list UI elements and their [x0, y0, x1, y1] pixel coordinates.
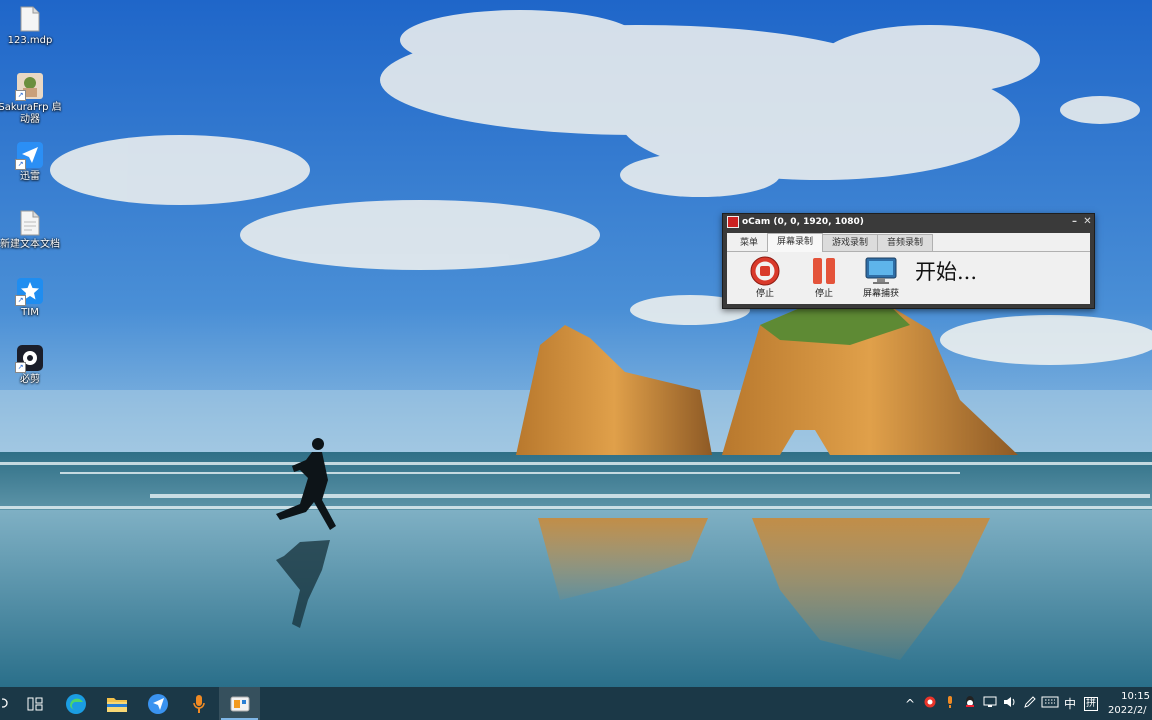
ocam-tabs: 菜单 屏幕录制 游戏录制 音频录制: [727, 233, 1090, 252]
search-icon: [2, 697, 8, 708]
ime-language-indicator[interactable]: 中: [1060, 695, 1080, 712]
monitor-icon: [865, 257, 897, 284]
search-button[interactable]: [0, 687, 14, 720]
pause-icon: [813, 258, 835, 284]
taskbar-file-explorer[interactable]: [96, 687, 137, 720]
ocam-icon: [727, 216, 739, 228]
taskbar-ocam[interactable]: [219, 687, 260, 720]
ocam-body: 菜单 屏幕录制 游戏录制 音频录制 停止 停止 屏幕捕获 开始...: [727, 233, 1090, 304]
microphone-tray-icon[interactable]: [940, 695, 960, 712]
pen-icon[interactable]: [1020, 695, 1040, 712]
desktop-wallpaper: [0, 0, 1152, 687]
tab-game-record[interactable]: 游戏录制: [822, 234, 879, 251]
network-icon[interactable]: [980, 696, 1000, 711]
taskbar: ^ 中 拼 10:15 2022/2/: [0, 687, 1152, 720]
system-tray: ^ 中 拼 10:15 2022/2/: [900, 687, 1152, 720]
xunlei-icon: [147, 693, 168, 714]
desktop-icon-label: TIM: [21, 307, 39, 318]
qq-tray-icon[interactable]: [960, 695, 980, 712]
document-icon: [17, 6, 43, 32]
volume-icon[interactable]: [1000, 696, 1020, 711]
desktop-icon-label: SakuraFrp 启动器: [0, 102, 62, 125]
desktop-icon-label: 必剪: [20, 374, 40, 385]
tab-audio-record[interactable]: 音频录制: [877, 234, 934, 251]
task-view-icon: [27, 697, 42, 710]
desktop-icon-new-text-doc[interactable]: 新建文本文档: [0, 210, 62, 251]
ocam-title: oCam (0, 0, 1920, 1080): [742, 217, 864, 227]
ocam-toolbar: 停止 停止 屏幕捕获 开始...: [727, 252, 1090, 304]
tab-menu[interactable]: 菜单: [730, 234, 769, 251]
bijian-icon: ↗: [15, 345, 43, 373]
xunlei-icon: ↗: [15, 142, 43, 170]
record-icon: [750, 256, 780, 286]
sakurafrp-icon: ↗: [15, 73, 43, 101]
clock-date: 2022/2/: [1108, 704, 1147, 716]
minimize-button[interactable]: –: [1068, 214, 1081, 230]
desktop-icon-label: 123.mdp: [7, 35, 53, 46]
clock-time: 10:15: [1121, 690, 1150, 702]
close-button[interactable]: ✕: [1081, 214, 1094, 230]
record-stop-label: 停止: [755, 289, 774, 299]
desktop-icon-tim[interactable]: ↗ TIM: [0, 278, 62, 319]
desktop-icon-label: 迅雷: [20, 171, 40, 182]
keyboard-icon[interactable]: [1040, 696, 1060, 711]
taskbar-edge[interactable]: [55, 687, 96, 720]
ocam-titlebar[interactable]: oCam (0, 0, 1920, 1080) – ✕: [723, 214, 1094, 230]
task-view-button[interactable]: [14, 687, 55, 720]
desktop-icon-bijian[interactable]: ↗ 必剪: [0, 345, 62, 386]
ocam-window: oCam (0, 0, 1920, 1080) – ✕ 菜单 屏幕录制 游戏录制…: [722, 213, 1095, 309]
taskbar-microphone[interactable]: [178, 687, 219, 720]
pause-label: 停止: [814, 289, 833, 299]
tab-screen-record[interactable]: 屏幕录制: [767, 233, 824, 252]
clock[interactable]: 10:15 2022/2/: [1102, 690, 1152, 718]
taskbar-xunlei[interactable]: [137, 687, 178, 720]
chevron-up-icon[interactable]: ^: [900, 697, 920, 711]
pause-button[interactable]: 停止: [797, 256, 851, 299]
desktop-icon-label: 新建文本文档: [0, 239, 60, 250]
edge-icon: [65, 693, 86, 714]
ocam-icon: [230, 696, 249, 711]
file-explorer-icon: [106, 697, 127, 712]
tim-icon: ↗: [15, 278, 43, 306]
screen-capture-button[interactable]: 屏幕捕获: [854, 256, 908, 299]
ocam-tray-icon[interactable]: [920, 696, 940, 711]
desktop-icon-123mdp[interactable]: 123.mdp: [0, 6, 62, 47]
desktop-icon-sakurafrp[interactable]: ↗ SakuraFrp 启动器: [0, 73, 62, 126]
text-document-icon: [17, 210, 43, 236]
microphone-icon: [192, 694, 205, 713]
desktop-icon-xunlei[interactable]: ↗ 迅雷: [0, 142, 62, 183]
ime-mode-indicator[interactable]: 拼: [1084, 696, 1098, 711]
recording-status: 开始...: [915, 260, 978, 284]
record-stop-button[interactable]: 停止: [738, 256, 792, 299]
screen-capture-label: 屏幕捕获: [862, 289, 899, 299]
